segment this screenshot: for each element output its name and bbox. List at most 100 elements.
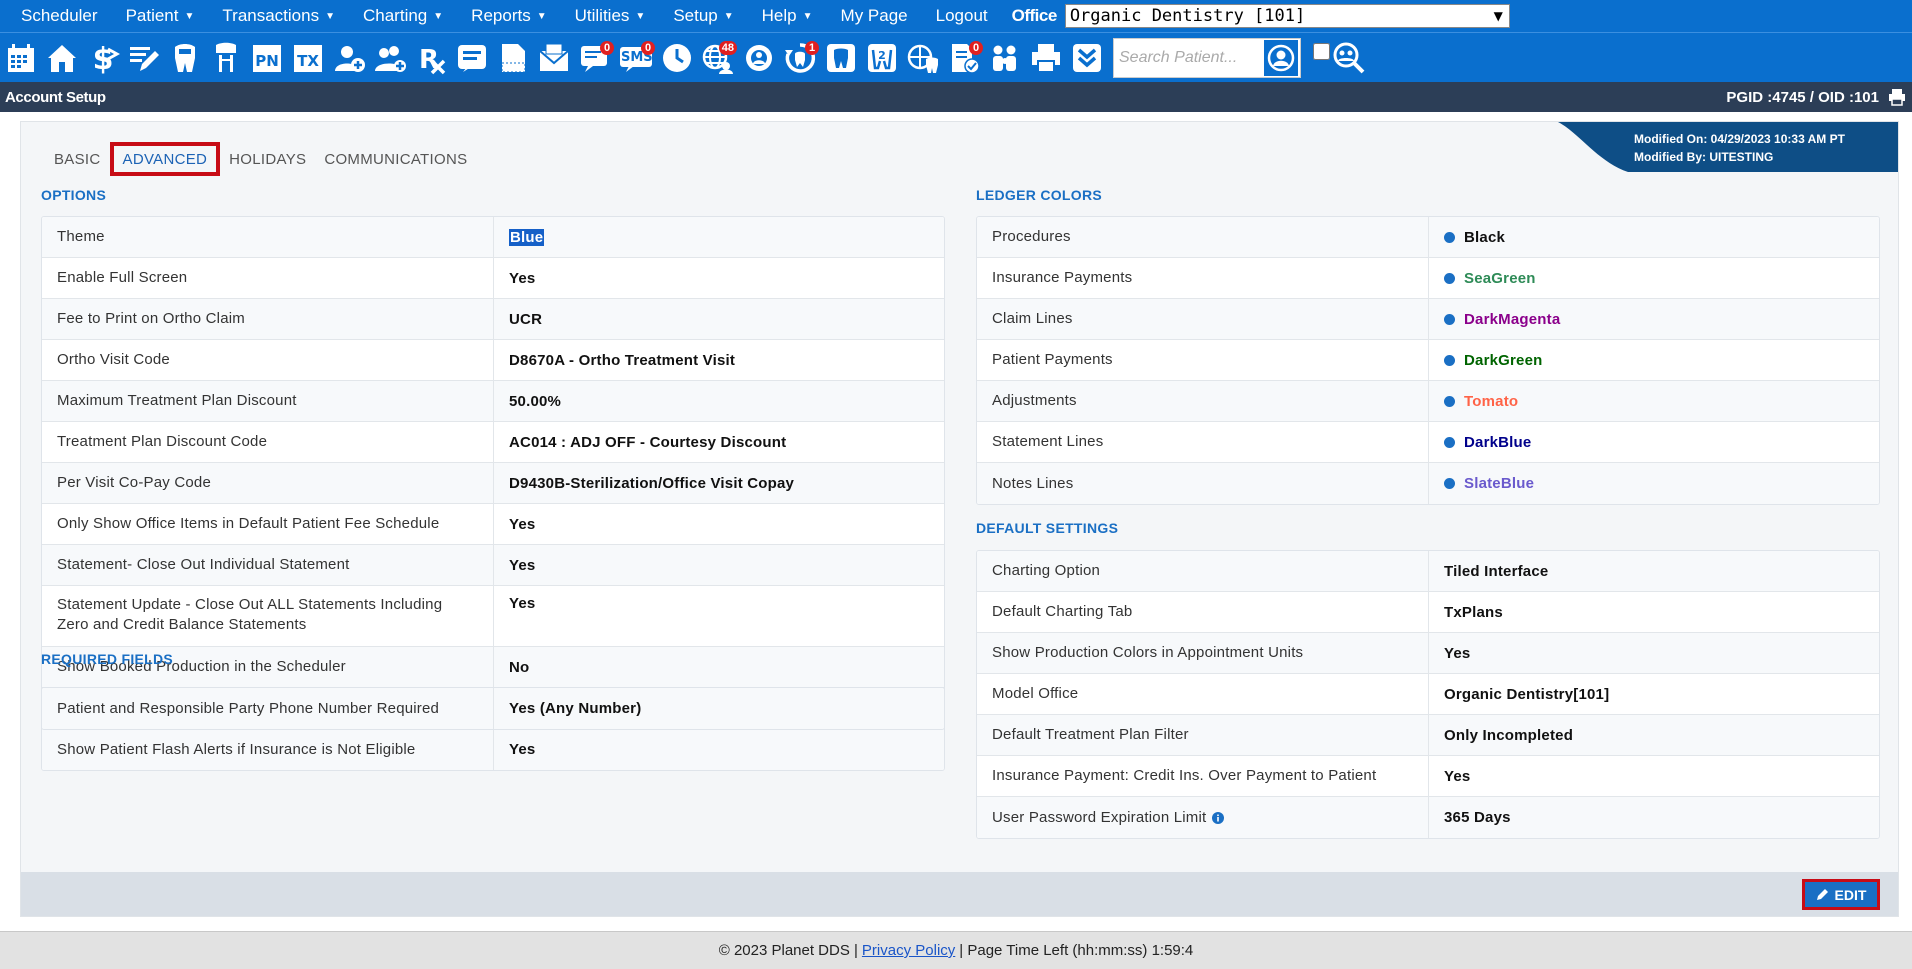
color-name: SeaGreen [1464, 269, 1536, 287]
row-value: Yes [509, 595, 536, 612]
tab-communications[interactable]: COMMUNICATIONS [315, 142, 476, 176]
expand-down-icon[interactable] [1068, 38, 1106, 78]
calendar-icon[interactable] [2, 38, 40, 78]
menu-my-page[interactable]: My Page [827, 0, 922, 32]
rx-icon[interactable]: R [412, 38, 450, 78]
menu-utilities[interactable]: Utilities ▼ [561, 0, 660, 32]
messages-count-badge: 0 [600, 40, 614, 55]
tooth-implant-icon[interactable] [207, 38, 245, 78]
page-title-bar: Account Setup PGID :4745 / OID :101 [0, 82, 1912, 112]
page-ids: PGID :4745 / OID :101 [1726, 87, 1907, 107]
add-group-icon[interactable] [371, 38, 409, 78]
table-row: Insurance Payments SeaGreen [977, 258, 1879, 299]
panel-footer: EDIT [21, 872, 1898, 916]
menu-setup[interactable]: Setup ▼ [659, 0, 747, 32]
row-value: DarkGreen [1429, 340, 1879, 380]
online-globe-icon[interactable]: 48 [699, 38, 737, 78]
account-setup-panel: BASIC ADVANCED HOLIDAYS COMMUNICATIONS Modi… [20, 121, 1899, 917]
menu-label: Transactions [222, 6, 320, 25]
clock-icon[interactable] [658, 38, 696, 78]
table-row: Theme Blue [42, 217, 944, 258]
tx-plan-icon[interactable]: TX [289, 38, 327, 78]
menu-scheduler[interactable]: Scheduler [0, 0, 112, 32]
printer-icon[interactable] [1027, 38, 1065, 78]
tooth-icon[interactable] [166, 38, 204, 78]
home-icon[interactable] [43, 38, 81, 78]
messages-icon[interactable]: 0 [576, 38, 614, 78]
row-label: Show Patient Flash Alerts if Insurance i… [42, 729, 494, 770]
notes-icon[interactable] [453, 38, 491, 78]
row-label: Statement- Close Out Individual Statemen… [42, 545, 494, 585]
info-icon[interactable] [1212, 811, 1225, 824]
color-dot-icon [1444, 478, 1455, 489]
page-time-left: | Page Time Left (hh:mm:ss) 1:59:4 [959, 942, 1194, 959]
caret-down-icon: ▼ [635, 10, 646, 22]
sms-icon[interactable]: SMS 0 [617, 38, 655, 78]
color-name: SlateBlue [1464, 475, 1535, 492]
color-dot-icon [1444, 231, 1455, 243]
menu-transactions[interactable]: Transactions ▼ [208, 0, 349, 32]
row-label: Insurance Payment: Credit Ins. Over Paym… [977, 756, 1429, 796]
row-value: Tiled Interface [1444, 562, 1549, 580]
menu-help[interactable]: Help ▼ [748, 0, 827, 32]
table-row: Adjustments Tomato [977, 381, 1879, 422]
table-row: Show Booked Production in the Scheduler N… [42, 647, 944, 688]
online-count-badge: 48 [718, 40, 737, 55]
family-icon[interactable] [986, 38, 1024, 78]
menu-reports[interactable]: Reports ▼ [457, 0, 560, 32]
user-search-icon[interactable] [1264, 39, 1298, 76]
search-patient-input[interactable] [1114, 39, 1264, 76]
menu-logout[interactable]: Logout [922, 0, 1002, 32]
tab-basic[interactable]: BASIC [45, 142, 110, 176]
caret-down-icon: ▼ [802, 10, 813, 22]
pn-note-icon[interactable]: PN [248, 38, 286, 78]
tooth-chart-icon[interactable] [822, 38, 860, 78]
selected-value: Blue [509, 228, 545, 246]
document-icon[interactable] [494, 38, 532, 78]
color-name: DarkMagenta [1464, 310, 1561, 328]
pen-icon[interactable] [125, 38, 163, 78]
quick-toolbar: $ PN TX R 0 SMS 0 48 1 2 0 [0, 32, 1912, 82]
row-value: Yes [509, 515, 536, 533]
caret-down-icon: ▼ [536, 10, 547, 22]
row-value: Blue [494, 217, 944, 257]
row-value: Yes [509, 269, 536, 287]
row-label: Enable Full Screen [42, 258, 494, 298]
dollar-icon[interactable]: $ [84, 38, 122, 78]
group-search-icon[interactable] [1330, 38, 1368, 78]
page-footer: © 2023 Planet DDS | Privacy Policy | Pag… [0, 931, 1912, 969]
tab-advanced[interactable]: ADVANCED [109, 142, 221, 176]
print-icon[interactable] [1887, 87, 1907, 107]
color-dot-icon [1444, 395, 1455, 407]
row-value: Yes [1444, 644, 1471, 662]
add-patient-icon[interactable] [330, 38, 368, 78]
row-value: DarkMagenta [1429, 299, 1879, 339]
color-name: DarkBlue [1464, 433, 1532, 451]
row-label: Notes Lines [977, 463, 1429, 504]
table-row: Default Charting Tab TxPlans [977, 592, 1879, 633]
table-row: User Password Expiration Limit 365 Days [977, 797, 1879, 838]
edit-button[interactable]: EDIT [1802, 879, 1880, 910]
recall-icon[interactable]: 1 [781, 38, 819, 78]
ledger-colors-section-title: LEDGER COLORS [976, 187, 1103, 203]
row-label: Maximum Treatment Plan Discount [42, 381, 494, 421]
tab-holidays[interactable]: HOLIDAYS [220, 142, 315, 176]
menu-charting[interactable]: Charting ▼ [349, 0, 457, 32]
row-value: Yes [509, 556, 536, 574]
tooth-web-icon[interactable] [904, 38, 942, 78]
caret-down-icon: ▼ [723, 10, 734, 22]
menu-patient[interactable]: Patient ▼ [112, 0, 209, 32]
office-select[interactable]: Organic Dentistry [101] ▼ [1064, 4, 1510, 28]
forms-check-icon[interactable]: 0 [945, 38, 983, 78]
tooth-2-icon[interactable]: 2 [863, 38, 901, 78]
globe-icon[interactable] [740, 38, 778, 78]
modified-by: Modified By: UITESTING [1634, 150, 1774, 164]
row-value: 50.00% [509, 392, 562, 410]
row-label: Procedures [977, 217, 1429, 257]
dropdown-arrow-icon: ▼ [1493, 9, 1503, 23]
mail-icon[interactable] [535, 38, 573, 78]
menu-label: Help [761, 6, 797, 25]
privacy-policy-link[interactable]: Privacy Policy [862, 942, 955, 959]
required-fields-section-title: REQUIRED FIELDS [41, 651, 174, 667]
toolbar-checkbox[interactable] [1313, 43, 1330, 60]
